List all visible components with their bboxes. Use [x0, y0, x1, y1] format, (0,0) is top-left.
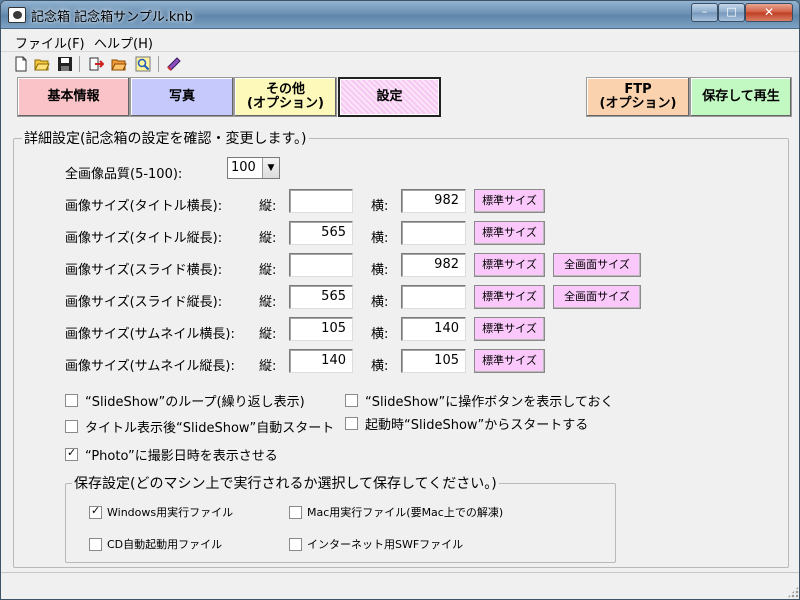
- horizontal-label: 横:: [371, 359, 389, 374]
- mac-exe-label: Mac用実行ファイル(要Mac上での解凍): [307, 506, 504, 519]
- tab-photo[interactable]: 写真: [130, 77, 234, 117]
- tab-basic-info[interactable]: 基本情報: [17, 77, 130, 117]
- vertical-label: 縦:: [259, 327, 277, 342]
- save-settings-legend: 保存設定(どのマシン上で実行されるか選択して保存してください。): [72, 473, 499, 493]
- swf-file-label: インターネット用SWFファイル: [307, 538, 464, 551]
- horizontal-field[interactable]: 982: [401, 189, 466, 213]
- quality-label: 全画像品質(5-100):: [65, 167, 183, 182]
- horizontal-label: 横:: [371, 231, 389, 246]
- app-icon[interactable]: [8, 7, 26, 23]
- loop-label: “SlideShow”のループ(繰り返し表示): [85, 395, 305, 410]
- toolbar-separator: [158, 56, 159, 72]
- save-and-play-label: 保存して再生: [702, 89, 780, 104]
- vertical-field[interactable]: 140: [289, 349, 353, 373]
- tab-ftp-options-label: FTP (オプション): [599, 82, 677, 111]
- cd-autorun-label: CD自動起動用ファイル: [107, 538, 223, 551]
- search-image-icon[interactable]: [135, 56, 151, 72]
- tab-settings-label: 設定: [376, 89, 403, 104]
- tab-ftp-options[interactable]: FTP (オプション): [586, 77, 690, 117]
- vertical-label: 縦:: [259, 359, 277, 374]
- minimize-button[interactable]: –: [691, 3, 718, 22]
- open-project-icon[interactable]: [111, 56, 127, 72]
- horizontal-label: 横:: [371, 327, 389, 342]
- save-and-play-button[interactable]: 保存して再生: [690, 77, 792, 117]
- tab-other-options-label: その他 (オプション): [247, 82, 324, 111]
- vertical-field[interactable]: 105: [289, 317, 353, 341]
- image-size-row-label: 画像サイズ(サムネイル縦長):: [65, 359, 235, 374]
- chevron-down-icon[interactable]: ▼: [262, 158, 279, 178]
- mac-exe-checkbox[interactable]: [289, 506, 302, 519]
- image-size-row-label: 画像サイズ(スライド横長):: [65, 263, 223, 278]
- close-button[interactable]: ✕: [745, 3, 793, 22]
- horizontal-field[interactable]: [401, 221, 466, 245]
- horizontal-field[interactable]: 982: [401, 253, 466, 277]
- menu-help[interactable]: ヘルプ(H): [94, 33, 153, 52]
- horizontal-label: 横:: [371, 295, 389, 310]
- horizontal-label: 横:: [371, 199, 389, 214]
- horizontal-field[interactable]: 105: [401, 349, 466, 373]
- fullscreen-size-button[interactable]: 全画面サイズ: [553, 253, 641, 277]
- image-size-row-label: 画像サイズ(スライド縦長):: [65, 295, 223, 310]
- vertical-label: 縦:: [259, 231, 277, 246]
- show-buttons-label: “SlideShow”に操作ボタンを表示しておく: [365, 395, 614, 410]
- vertical-label: 縦:: [259, 295, 277, 310]
- tab-settings[interactable]: 設定: [338, 77, 441, 117]
- tab-basic-info-label: 基本情報: [47, 89, 100, 104]
- standard-size-button[interactable]: 標準サイズ: [474, 189, 545, 213]
- save-floppy-icon[interactable]: [57, 56, 73, 72]
- vertical-field[interactable]: [289, 189, 353, 213]
- start-from-slideshow-label: 起動時“SlideShow”からスタートする: [365, 418, 589, 433]
- vertical-label: 縦:: [259, 263, 277, 278]
- swf-file-checkbox[interactable]: [289, 538, 302, 551]
- standard-size-button[interactable]: 標準サイズ: [474, 317, 545, 341]
- menu-bar: ファイル(F) ヘルプ(H): [1, 30, 799, 52]
- standard-size-button[interactable]: 標準サイズ: [474, 253, 545, 277]
- status-bar: [1, 572, 799, 599]
- autostart-checkbox[interactable]: [65, 420, 78, 433]
- horizontal-field[interactable]: 140: [401, 317, 466, 341]
- title-bar[interactable]: 記念箱 記念箱サンプル.knb – □ ✕: [1, 1, 799, 29]
- image-size-row-label: 画像サイズ(タイトル横長):: [65, 199, 223, 214]
- horizontal-field[interactable]: [401, 285, 466, 309]
- show-date-label: “Photo”に撮影日時を表示させる: [85, 449, 278, 464]
- toolbar: [1, 53, 799, 75]
- tab-other-options[interactable]: その他 (オプション): [234, 77, 337, 117]
- show-date-checkmark: ✓: [67, 446, 77, 459]
- details-group-legend: 詳細設定(記念箱の設定を確認・変更します。): [22, 128, 309, 148]
- standard-size-button[interactable]: 標準サイズ: [474, 349, 545, 373]
- start-from-slideshow-checkbox[interactable]: [345, 417, 358, 430]
- windows-exe-checkbox[interactable]: ✓: [89, 504, 102, 519]
- image-size-row-label: 画像サイズ(タイトル縦長):: [65, 231, 223, 246]
- autostart-label: タイトル表示後“SlideShow”自動スタート: [85, 421, 335, 436]
- resize-grip-icon[interactable]: [787, 586, 799, 598]
- application-window: 記念箱 記念箱サンプル.knb – □ ✕ ファイル(F) ヘルプ(H) 基本情…: [0, 0, 800, 600]
- standard-size-button[interactable]: 標準サイズ: [474, 285, 545, 309]
- loop-checkbox[interactable]: [65, 394, 78, 407]
- export-icon[interactable]: [88, 56, 104, 72]
- vertical-label: 縦:: [259, 199, 277, 214]
- vertical-field[interactable]: 565: [289, 285, 353, 309]
- horizontal-label: 横:: [371, 263, 389, 278]
- quality-select[interactable]: 100 ▼: [227, 157, 280, 179]
- new-document-icon[interactable]: [13, 56, 29, 72]
- show-date-checkbox[interactable]: ✓: [65, 446, 78, 461]
- show-buttons-checkbox[interactable]: [345, 394, 358, 407]
- vertical-field[interactable]: [289, 253, 353, 277]
- quality-value: 100: [231, 160, 256, 175]
- tab-photo-label: 写真: [168, 89, 195, 104]
- windows-exe-checkmark: ✓: [91, 504, 101, 517]
- window-title: 記念箱 記念箱サンプル.knb: [31, 10, 193, 25]
- vertical-field[interactable]: 565: [289, 221, 353, 245]
- maximize-button[interactable]: □: [718, 3, 745, 22]
- book-icon[interactable]: [166, 56, 182, 72]
- standard-size-button[interactable]: 標準サイズ: [474, 221, 545, 245]
- open-folder-icon[interactable]: [34, 56, 50, 72]
- toolbar-separator: [79, 56, 80, 72]
- cd-autorun-checkbox[interactable]: [89, 538, 102, 551]
- image-size-row-label: 画像サイズ(サムネイル横長):: [65, 327, 235, 342]
- menu-file[interactable]: ファイル(F): [15, 33, 85, 52]
- fullscreen-size-button[interactable]: 全画面サイズ: [553, 285, 641, 309]
- windows-exe-label: Windows用実行ファイル: [107, 506, 234, 519]
